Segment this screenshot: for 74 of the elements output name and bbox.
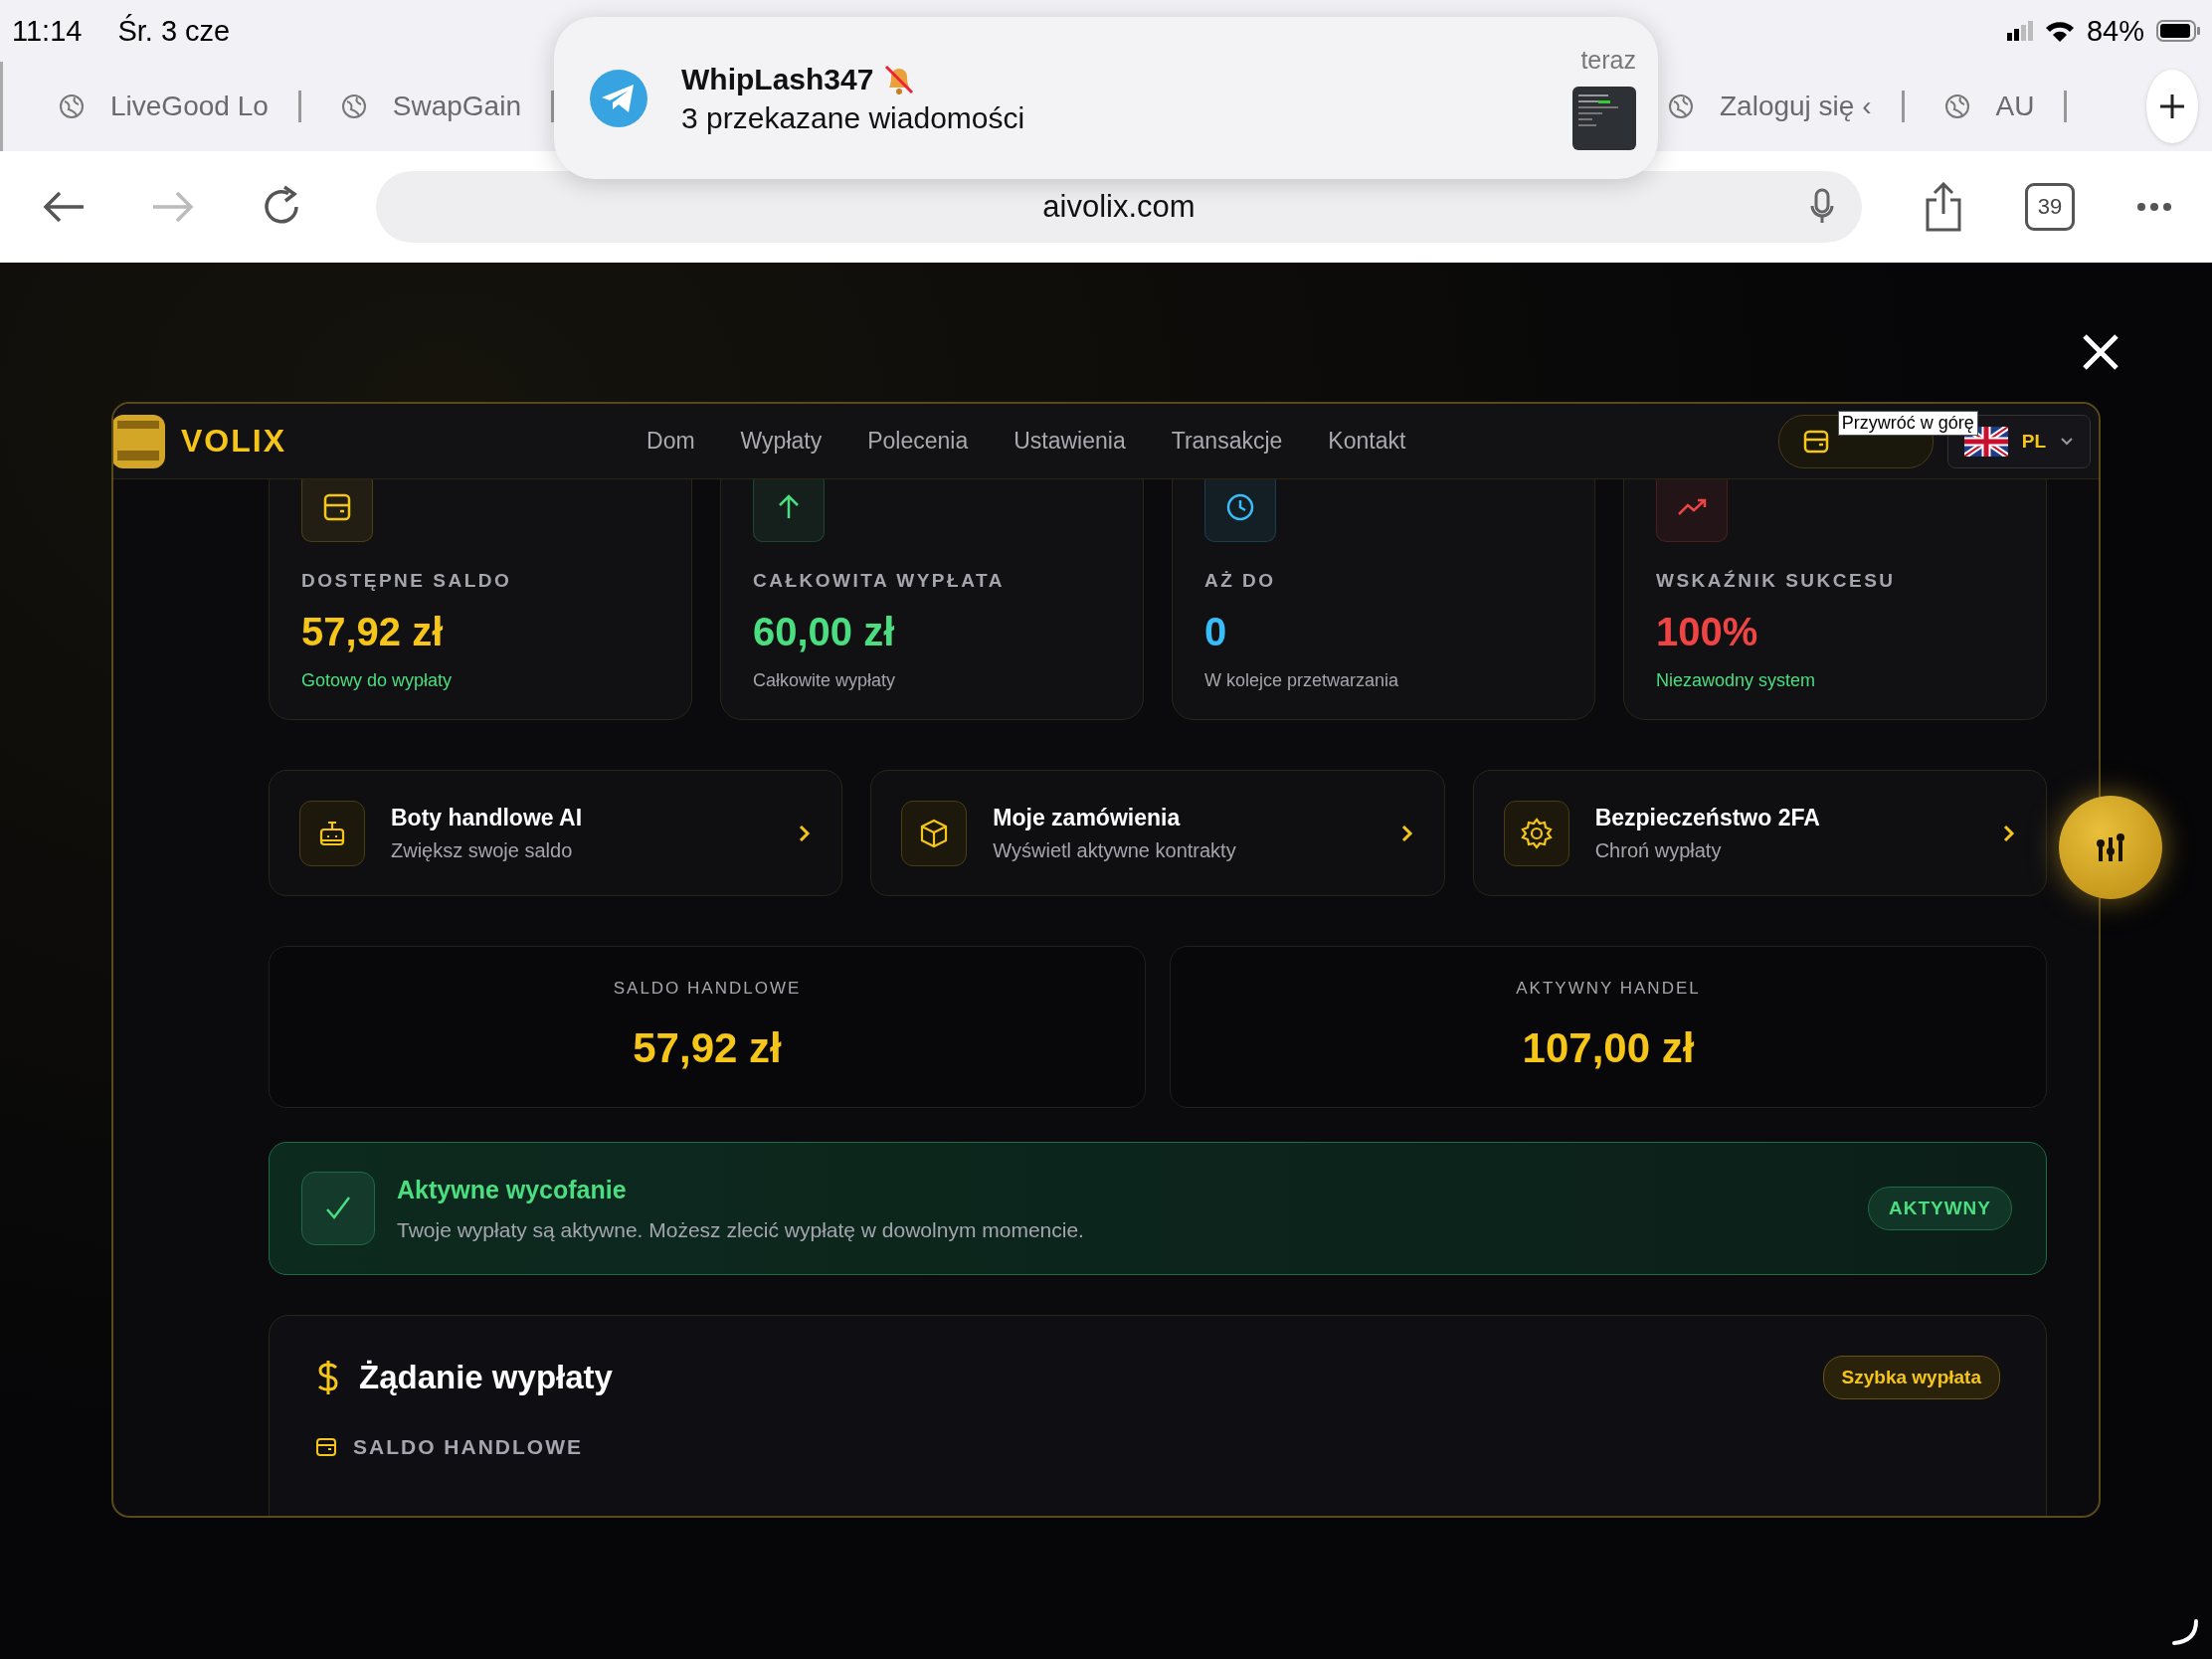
action-subtitle: Chroń wypłaty xyxy=(1594,838,1723,862)
wifi-icon xyxy=(2044,20,2075,42)
more-icon[interactable] xyxy=(2136,202,2172,212)
browser-tab[interactable]: AU xyxy=(1943,91,2068,122)
action-subtitle: Zwiększ swoje saldo xyxy=(391,838,574,862)
balance-label: AKTYWNY HANDEL xyxy=(1516,979,1701,999)
loading-icon xyxy=(2170,1617,2200,1647)
globe-icon xyxy=(1668,93,1694,119)
stat-label: AŻ DO xyxy=(1204,570,1277,592)
nav-link[interactable]: Kontakt xyxy=(1328,428,1406,455)
stat-value: 57,92 zł xyxy=(301,610,445,654)
action-card[interactable]: Moje zamówienia Wyświetl aktywne kontrakty xyxy=(870,770,1445,896)
nav-link[interactable]: Polecenia xyxy=(867,428,969,455)
action-subtitle: Wyświetl aktywne kontrakty xyxy=(993,838,1237,862)
balance-value: 57,92 zł xyxy=(633,1024,782,1072)
notification-banner[interactable]: WhipLash347 3 przekazane wiadomości teraz xyxy=(554,17,1658,179)
notification-time: teraz xyxy=(1580,46,1636,75)
stat-note: Niezawodny system xyxy=(1656,670,1817,691)
stat-label: WSKAŹNIK SUKCESU xyxy=(1656,570,1897,592)
nav-link[interactable]: Ustawienia xyxy=(1014,428,1126,455)
balance-value: 107,00 zł xyxy=(1522,1024,1695,1072)
nav-link[interactable]: Wypłaty xyxy=(740,428,823,455)
globe-icon xyxy=(59,93,85,119)
action-title: Boty handlowe AI xyxy=(391,804,584,831)
stat-note: Gotowy do wypłaty xyxy=(301,670,454,691)
action-title: Bezpieczeństwo 2FA xyxy=(1594,804,1821,831)
stat-value: 0 xyxy=(1204,610,1228,654)
balance-label: SALDO HANDLOWE xyxy=(613,979,802,999)
logo-icon xyxy=(113,414,165,468)
browser-tab[interactable]: Zaloguj się ‹ xyxy=(1668,91,1905,122)
tooltip: Przywróć w górę xyxy=(1837,410,1978,436)
close-icon[interactable] xyxy=(2081,332,2120,372)
browser-tab[interactable]: LiveGood Lo xyxy=(59,91,301,122)
logo-text: VOLIX xyxy=(181,423,286,460)
settings-button[interactable] xyxy=(2059,796,2162,899)
chevron-down-icon xyxy=(2060,436,2074,447)
notification-message: 3 przekazane wiadomości xyxy=(681,100,1026,135)
gear-icon xyxy=(1519,816,1554,850)
notification-title: WhipLash347 xyxy=(681,62,874,96)
action-card[interactable]: Boty handlowe AI Zwiększ swoje saldo xyxy=(269,770,843,896)
share-icon[interactable] xyxy=(1924,182,1963,232)
chevron-icon xyxy=(1399,823,1414,843)
status-badge: AKTYWNY xyxy=(1867,1187,2012,1230)
speed-badge: Szybka wypłata xyxy=(1822,1356,2000,1399)
microphone-icon[interactable] xyxy=(1810,188,1834,226)
status-time: 11:14 xyxy=(12,14,83,48)
stat-value: 100% xyxy=(1656,610,1759,654)
wallet-icon xyxy=(315,1436,337,1458)
battery-icon xyxy=(2156,20,2200,42)
tab-count[interactable]: 39 xyxy=(2025,183,2075,231)
thumbnail-icon xyxy=(1572,87,1636,150)
address-field[interactable]: aivolix.com xyxy=(376,171,1862,243)
chevron-icon xyxy=(798,823,813,843)
banner-title: Aktywne wycofanie xyxy=(397,1175,628,1204)
battery-percent: 84% xyxy=(2086,14,2144,48)
globe-icon xyxy=(1943,93,1970,119)
banner-text: Twoje wypłaty są aktywne. Możesz zlecić wypłatę w dowolnym momencie. xyxy=(397,1217,1085,1242)
new-tab-button[interactable] xyxy=(2146,70,2198,143)
nav-link[interactable]: Transakcje xyxy=(1171,428,1283,455)
globe-icon xyxy=(340,93,367,119)
action-card[interactable]: Bezpieczeństwo 2FA Chroń wypłaty xyxy=(1472,770,2047,896)
action-title: Moje zamówienia xyxy=(993,804,1182,831)
request-title: Żądanie wypłaty xyxy=(359,1359,613,1396)
stat-value: 60,00 zł xyxy=(753,610,896,654)
stat-label: CAŁKOWITA WYPŁATA xyxy=(753,570,1006,592)
wallet-icon xyxy=(1802,428,1829,455)
stat-note: Całkowite wypłaty xyxy=(753,670,897,691)
section-label: SALDO HANDLOWE xyxy=(353,1435,583,1459)
chevron-icon xyxy=(2002,823,2016,843)
stat-label: DOSTĘPNE SALDO xyxy=(301,570,513,592)
status-date: Śr. 3 cze xyxy=(117,14,231,48)
nav-link[interactable]: Dom xyxy=(646,428,695,455)
stat-note: W kolejce przetwarzania xyxy=(1204,670,1400,691)
signal-icon xyxy=(2006,21,2033,41)
